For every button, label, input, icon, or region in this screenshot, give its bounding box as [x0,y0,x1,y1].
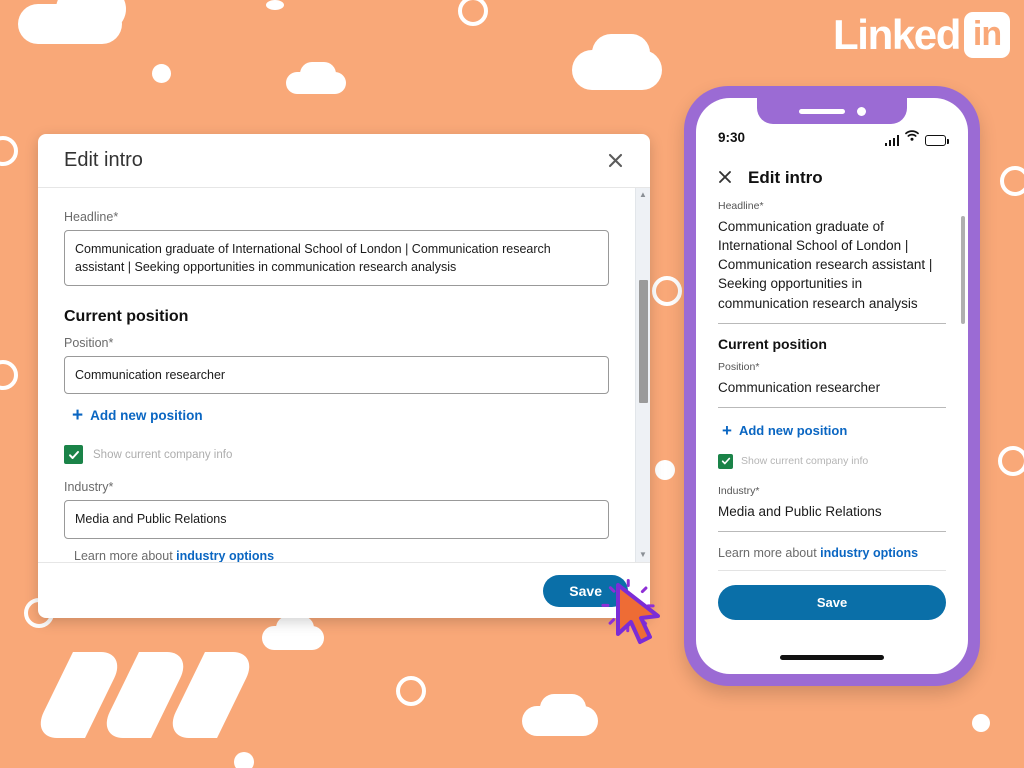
show-company-row: Show current company info [718,453,946,469]
scrollbar-track[interactable] [636,199,650,551]
earpiece-speaker [798,108,845,114]
cloud-shape [18,4,122,44]
circle-outline [1000,166,1024,196]
industry-label: Industry* [64,480,114,495]
dialog-header: Edit intro [38,134,650,188]
add-new-position-button[interactable]: + Add new position [722,422,946,439]
circle-outline [0,360,18,390]
show-company-label: Show current company info [741,455,869,468]
cloud-shape [276,616,314,640]
cloud-shape [56,0,126,32]
status-icons [884,128,949,146]
divider [718,322,946,324]
linkedin-in-badge: in [964,12,1010,58]
industry-input[interactable]: Media and Public Relations [64,500,609,539]
position-input[interactable]: Communication researcher [718,378,946,397]
divider [718,570,946,572]
headline-input[interactable]: Communication graduate of International … [718,217,946,313]
linkedin-logo: Linked in [833,12,1010,58]
learn-more-row: Learn more about industry options [74,549,609,563]
circle-outline [998,446,1024,476]
cloud-shape [286,72,346,94]
position-label: Position* [718,360,760,373]
chevron-up-icon[interactable]: ▲ [639,191,647,199]
learn-more-row: Learn more about industry options [718,546,946,560]
add-new-position-label: Add new position [738,422,848,438]
circle-dot [266,0,284,10]
linkedin-wordmark: Linked [833,11,961,58]
divider [718,406,946,408]
screenshot-canvas: Linked in Edit intro Headline* Communica… [0,0,1024,768]
mouse-cursor-icon [612,582,672,646]
circle-outline [652,276,682,306]
cloud-shape [592,34,650,72]
dialog-body-wrap: Headline* Communication graduate of Inte… [38,188,650,562]
position-label: Position* [64,336,114,351]
cloud-shape [540,694,586,722]
home-indicator [780,655,884,660]
industry-label: Industry* [718,484,760,497]
learn-more-prefix: Learn more about [74,548,177,563]
circle-outline [0,136,18,166]
position-input[interactable]: Communication researcher [64,356,609,395]
phone-notch [757,98,907,124]
save-button[interactable]: Save [718,585,946,621]
signal-bars-icon [884,135,899,146]
phone-status-bar: 9:30 [696,124,968,150]
learn-more-prefix: Learn more about [718,546,821,561]
circle-outline [458,0,488,26]
page-title: Edit intro [748,168,823,187]
battery-icon [925,135,949,146]
scrollbar-thumb[interactable] [639,279,648,404]
cloud-shape [262,626,324,650]
phone-header: Edit intro [696,160,968,196]
phone-scrollbar-thumb[interactable] [961,216,965,324]
headline-label: Headline* [718,200,764,212]
cloud-shape [522,706,598,736]
front-camera-icon [856,106,866,116]
page-title: Edit intro [64,149,143,171]
show-company-checkbox[interactable] [718,453,733,469]
circle-dot [234,752,254,768]
phone-mockup: 9:30 Edit intro Headline* Communication … [684,86,980,686]
cloud-shape [572,50,662,90]
add-new-position-button[interactable]: + Add new position [72,406,609,425]
phone-body: Headline* Communication graduate of Inte… [696,200,968,674]
industry-options-link[interactable]: industry options [820,546,918,560]
divider [718,531,946,533]
circle-dot [152,64,171,83]
show-company-checkbox[interactable] [64,445,83,465]
chevron-down-icon[interactable]: ▼ [639,551,647,559]
close-icon[interactable] [718,170,732,187]
status-clock: 9:30 [718,129,746,145]
add-new-position-label: Add new position [90,408,203,424]
plus-icon: + [72,405,84,427]
industry-options-link[interactable]: industry options [176,549,274,563]
plus-icon: + [722,420,732,440]
wifi-icon [905,128,919,146]
dialog-footer: Save [38,562,650,618]
headline-input[interactable]: Communication graduate of International … [64,230,609,287]
show-company-label: Show current company info [93,448,233,461]
show-company-row: Show current company info [64,445,609,465]
circle-outline [396,676,426,706]
industry-input[interactable]: Media and Public Relations [718,502,946,521]
edit-intro-dialog: Edit intro Headline* Communication gradu… [38,134,650,618]
dialog-body: Headline* Communication graduate of Inte… [38,188,635,562]
dialog-scrollbar[interactable]: ▲ ▼ [635,188,650,562]
circle-dot [972,714,990,732]
close-icon[interactable] [602,148,628,174]
headline-label: Headline* [64,210,119,224]
current-position-heading: Current position [718,335,827,352]
phone-screen: 9:30 Edit intro Headline* Communication … [696,98,968,674]
watermark-logo [31,652,259,738]
current-position-heading: Current position [64,308,189,326]
circle-dot [655,460,675,480]
cloud-shape [300,62,336,86]
